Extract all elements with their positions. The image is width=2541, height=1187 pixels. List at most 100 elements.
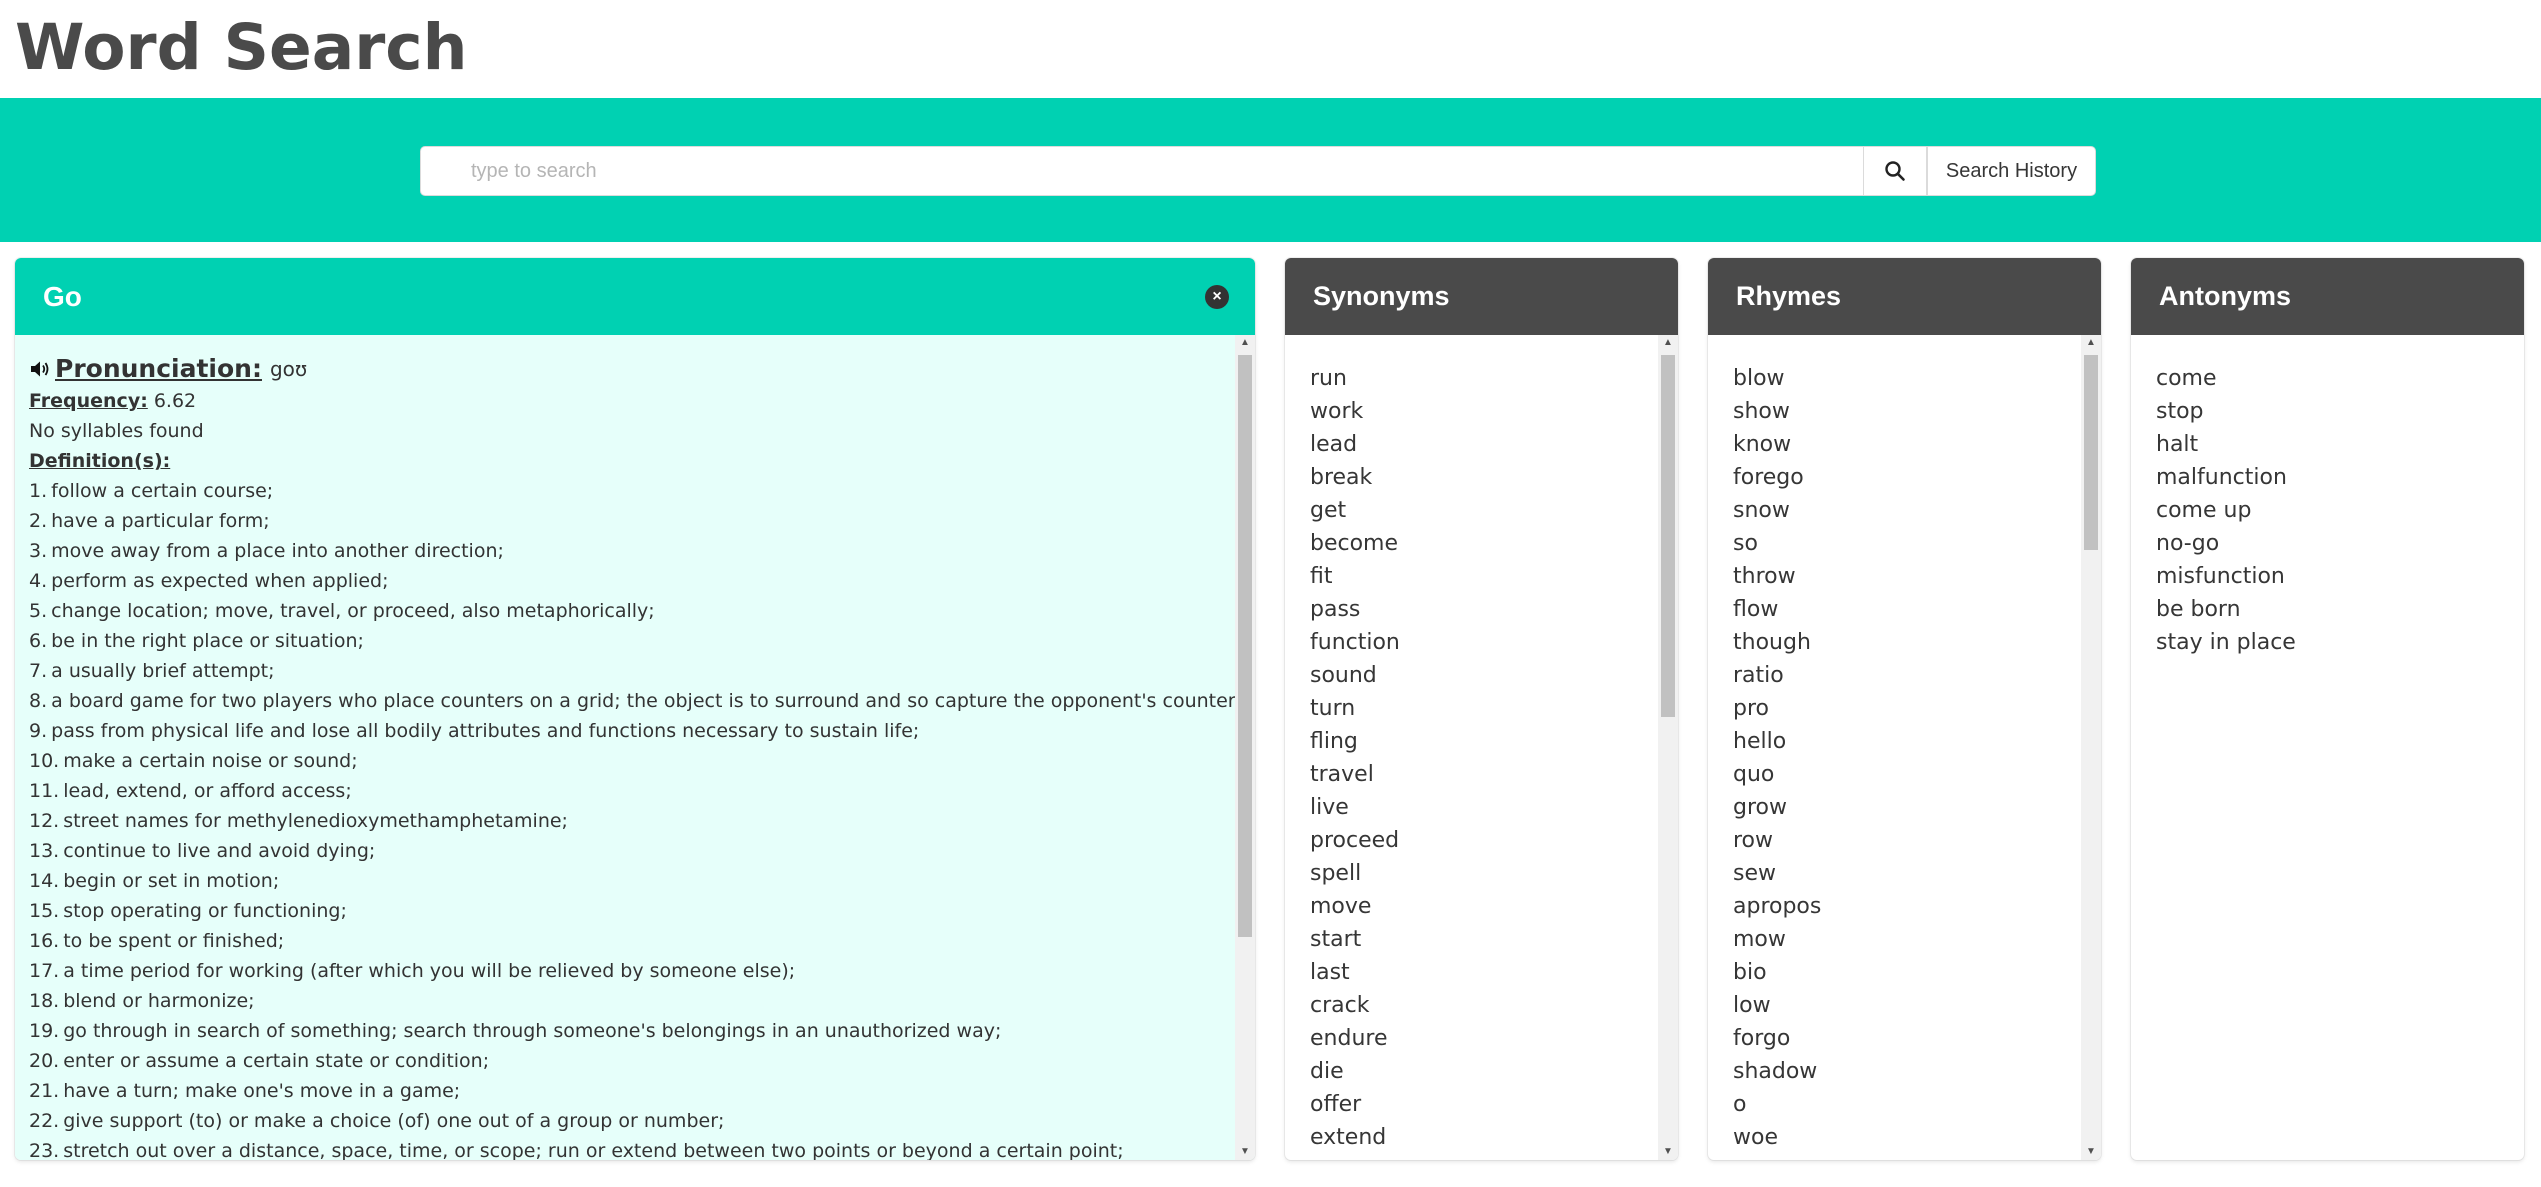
antonym-item[interactable]: be born xyxy=(2156,593,2296,626)
scroll-up-arrow-icon[interactable]: ▲ xyxy=(2081,335,2101,351)
antonym-item[interactable]: come xyxy=(2156,362,2296,395)
scroll-down-arrow-icon[interactable]: ▼ xyxy=(1658,1144,1678,1160)
definition-text: stop operating or functioning; xyxy=(63,900,347,922)
frequency-value: 6.62 xyxy=(153,390,197,412)
search-button[interactable] xyxy=(1863,146,1927,196)
rhyme-item[interactable]: hello xyxy=(1733,725,1821,758)
definition-item: 20. enter or assume a certain state or co… xyxy=(29,1046,1229,1076)
synonym-item[interactable]: work xyxy=(1310,395,1400,428)
rhyme-item[interactable]: throw xyxy=(1733,560,1821,593)
synonym-item[interactable]: travel xyxy=(1310,758,1400,791)
synonym-item[interactable]: pass xyxy=(1310,593,1400,626)
synonym-item[interactable]: break xyxy=(1310,461,1400,494)
rhyme-item[interactable]: ratio xyxy=(1733,659,1821,692)
synonym-item[interactable]: move xyxy=(1310,890,1400,923)
search-group: Search History xyxy=(420,146,2096,196)
antonym-item[interactable]: misfunction xyxy=(2156,560,2296,593)
scroll-up-arrow-icon[interactable]: ▲ xyxy=(1235,335,1255,351)
close-icon[interactable]: × xyxy=(1205,285,1229,309)
synonym-item[interactable]: die xyxy=(1310,1055,1400,1088)
synonyms-panel-header: Synonyms xyxy=(1285,258,1678,335)
definition-number: 21. xyxy=(29,1080,60,1102)
rhyme-item[interactable]: forgo xyxy=(1733,1022,1821,1055)
speaker-icon[interactable] xyxy=(29,358,51,380)
rhyme-item[interactable]: pro xyxy=(1733,692,1821,725)
search-input[interactable] xyxy=(420,146,1863,196)
rhyme-item[interactable]: know xyxy=(1733,428,1821,461)
rhyme-item[interactable]: mow xyxy=(1733,923,1821,956)
definition-number: 23. xyxy=(29,1140,60,1160)
definition-item: 8. a board game for two players who place… xyxy=(29,686,1252,716)
definition-scrollbar[interactable]: ▲ ▼ xyxy=(1235,335,1255,1160)
synonym-item[interactable]: extend xyxy=(1310,1121,1400,1154)
antonyms-panel-header: Antonyms xyxy=(2131,258,2524,335)
definition-number: 19. xyxy=(29,1020,60,1042)
synonym-item[interactable]: turn xyxy=(1310,692,1400,725)
rhyme-item[interactable]: sew xyxy=(1733,857,1821,890)
antonym-item[interactable]: stay in place xyxy=(2156,626,2296,659)
rhyme-item[interactable]: bio xyxy=(1733,956,1821,989)
synonym-item[interactable]: sound xyxy=(1310,659,1400,692)
rhyme-item[interactable]: row xyxy=(1733,824,1821,857)
synonym-item[interactable]: crack xyxy=(1310,989,1400,1022)
page-title: Word Search xyxy=(15,11,468,84)
scroll-up-arrow-icon[interactable]: ▲ xyxy=(1658,335,1678,351)
synonym-item[interactable]: live xyxy=(1310,791,1400,824)
synonym-item[interactable]: function xyxy=(1310,626,1400,659)
definition-text: perform as expected when applied; xyxy=(51,570,389,592)
synonym-item[interactable]: start xyxy=(1310,923,1400,956)
synonym-item[interactable]: last xyxy=(1310,956,1400,989)
antonym-item[interactable]: halt xyxy=(2156,428,2296,461)
rhyme-item[interactable]: grow xyxy=(1733,791,1821,824)
scroll-thumb[interactable] xyxy=(2084,355,2098,550)
definition-item: 19. go through in search of something; se… xyxy=(29,1016,1229,1046)
definition-panel: Go × Pronunciation: goʊ Frequency: 6.62 N… xyxy=(15,258,1255,1160)
synonym-item[interactable]: lead xyxy=(1310,428,1400,461)
definition-panel-body: Pronunciation: goʊ Frequency: 6.62 No syl… xyxy=(15,335,1255,1160)
synonym-item[interactable]: spell xyxy=(1310,857,1400,890)
scroll-thumb[interactable] xyxy=(1661,355,1675,717)
synonym-item[interactable]: proceed xyxy=(1310,824,1400,857)
search-history-button[interactable]: Search History xyxy=(1927,146,2096,196)
scroll-down-arrow-icon[interactable]: ▼ xyxy=(1235,1144,1255,1160)
synonyms-scrollbar[interactable]: ▲ ▼ xyxy=(1658,335,1678,1160)
rhyme-item[interactable]: o xyxy=(1733,1088,1821,1121)
rhyme-item[interactable]: so xyxy=(1733,527,1821,560)
rhyme-item[interactable]: forego xyxy=(1733,461,1821,494)
synonym-item[interactable]: endure xyxy=(1310,1022,1400,1055)
rhyme-item[interactable]: apropos xyxy=(1733,890,1821,923)
rhyme-item[interactable]: shadow xyxy=(1733,1055,1821,1088)
antonym-item[interactable]: no-go xyxy=(2156,527,2296,560)
scroll-down-arrow-icon[interactable]: ▼ xyxy=(2081,1144,2101,1160)
definition-text: a board game for two players who place c… xyxy=(51,690,1252,712)
rhyme-item[interactable]: show xyxy=(1733,395,1821,428)
rhymes-scrollbar[interactable]: ▲ ▼ xyxy=(2081,335,2101,1160)
antonym-item[interactable]: malfunction xyxy=(2156,461,2296,494)
definition-number: 15. xyxy=(29,900,60,922)
rhyme-item[interactable]: though xyxy=(1733,626,1821,659)
scroll-thumb[interactable] xyxy=(1238,355,1252,937)
synonym-item[interactable]: get xyxy=(1310,494,1400,527)
definition-number: 9. xyxy=(29,720,48,742)
antonym-item[interactable]: come up xyxy=(2156,494,2296,527)
definition-item: 2. have a particular form; xyxy=(29,506,1229,536)
rhyme-item[interactable]: quo xyxy=(1733,758,1821,791)
definition-item: 1. follow a certain course; xyxy=(29,476,1229,506)
definition-number: 12. xyxy=(29,810,60,832)
rhyme-item[interactable]: low xyxy=(1733,989,1821,1022)
synonym-item[interactable]: fit xyxy=(1310,560,1400,593)
rhyme-item[interactable]: flow xyxy=(1733,593,1821,626)
definition-number: 17. xyxy=(29,960,60,982)
antonym-item[interactable]: stop xyxy=(2156,395,2296,428)
rhyme-item[interactable]: woe xyxy=(1733,1121,1821,1154)
synonym-item[interactable]: fling xyxy=(1310,725,1400,758)
definition-item: 21. have a turn; make one's move in a gam… xyxy=(29,1076,1229,1106)
pronunciation-label: Pronunciation: xyxy=(55,354,262,383)
rhyme-item[interactable]: blow xyxy=(1733,362,1821,395)
synonym-item[interactable]: become xyxy=(1310,527,1400,560)
synonym-item[interactable]: run xyxy=(1310,362,1400,395)
rhyme-item[interactable]: snow xyxy=(1733,494,1821,527)
synonym-item[interactable]: offer xyxy=(1310,1088,1400,1121)
definition-text: street names for methylenedioxymethamphe… xyxy=(63,810,568,832)
definition-text: move away from a place into another dire… xyxy=(51,540,504,562)
